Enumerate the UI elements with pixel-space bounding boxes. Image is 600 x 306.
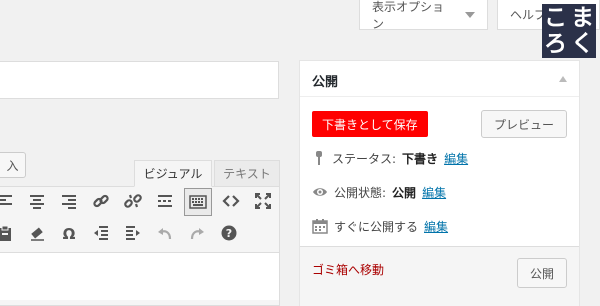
calendar-icon — [312, 219, 328, 234]
undo-icon[interactable] — [152, 220, 178, 246]
brand-char: く — [571, 31, 594, 57]
help-label: ヘルプ — [510, 8, 547, 22]
tab-visual-label: ビジュアル — [143, 167, 203, 181]
visibility-value: 公開 — [392, 185, 417, 200]
brand-char: ま — [571, 5, 594, 31]
save-draft-label: 下書きとして保存 — [322, 117, 418, 132]
status-label: ステータス: — [332, 151, 397, 166]
collapse-arrow-icon[interactable] — [559, 76, 567, 82]
screen-options-label: 表示オプション — [372, 0, 445, 31]
paste-text-icon[interactable] — [0, 220, 18, 246]
publish-box: 公開 下書きとして保存 プレビュー ステータス: 下書き 編集 公開状態: 公開… — [299, 60, 580, 306]
fullscreen-icon[interactable] — [250, 188, 276, 214]
publish-label: 公開 — [529, 266, 554, 281]
visibility-row: 公開状態: 公開 編集 — [312, 181, 446, 203]
align-right-icon[interactable] — [56, 188, 82, 214]
screen-options-tab[interactable]: 表示オプション — [359, 0, 488, 31]
save-draft-button[interactable]: 下書きとして保存 — [312, 111, 428, 137]
visibility-label: 公開状態: — [334, 185, 387, 200]
read-more-icon[interactable] — [152, 188, 178, 214]
brand-logo: こ ま ろ く — [542, 4, 596, 58]
redo-icon[interactable] — [184, 220, 210, 246]
edit-status-link[interactable]: 編集 — [444, 150, 468, 167]
align-center-icon[interactable] — [24, 188, 50, 214]
publish-box-title: 公開 — [312, 75, 339, 90]
unlink-icon[interactable] — [120, 188, 146, 214]
schedule-row: すぐに公開する 編集 — [312, 215, 448, 237]
add-media-label: 入 — [6, 158, 19, 173]
post-title-input[interactable] — [0, 61, 279, 99]
status-value: 下書き — [402, 151, 439, 166]
toolbar-toggle-icon[interactable] — [184, 188, 212, 216]
schedule-label: すぐに公開する — [334, 219, 419, 234]
move-to-trash-link[interactable]: ゴミ箱へ移動 — [312, 261, 384, 278]
tab-text[interactable]: テキスト — [214, 160, 280, 187]
edit-visibility-link[interactable]: 編集 — [422, 184, 446, 201]
editor-toolbar-row-2: Ω ? — [0, 220, 242, 246]
publish-box-header[interactable] — [300, 61, 579, 97]
preview-label: プレビュー — [493, 117, 554, 132]
align-left-icon[interactable] — [0, 188, 18, 214]
tab-visual[interactable]: ビジュアル — [134, 160, 212, 187]
eye-icon — [313, 188, 327, 196]
preview-button[interactable]: プレビュー — [480, 110, 567, 138]
outdent-icon[interactable] — [88, 220, 114, 246]
code-icon[interactable] — [218, 188, 244, 214]
chevron-down-icon — [465, 11, 475, 18]
add-media-button[interactable]: 入 — [0, 152, 26, 178]
editor-toolbar-row-1 — [0, 188, 276, 216]
tab-text-label: テキスト — [223, 167, 271, 181]
clear-formatting-icon[interactable] — [24, 220, 50, 246]
editor-content-area[interactable] — [0, 252, 279, 300]
link-icon[interactable] — [88, 188, 114, 214]
svg-text:?: ? — [226, 227, 232, 240]
pin-icon — [316, 151, 322, 165]
brand-char: ろ — [544, 31, 567, 57]
special-character-icon[interactable]: Ω — [56, 220, 82, 246]
help-icon[interactable]: ? — [216, 220, 242, 246]
brand-char: こ — [544, 5, 567, 31]
publish-button[interactable]: 公開 — [516, 258, 567, 288]
edit-schedule-link[interactable]: 編集 — [424, 218, 448, 235]
svg-text:Ω: Ω — [63, 225, 76, 242]
indent-icon[interactable] — [120, 220, 146, 246]
status-row: ステータス: 下書き 編集 — [312, 147, 468, 169]
